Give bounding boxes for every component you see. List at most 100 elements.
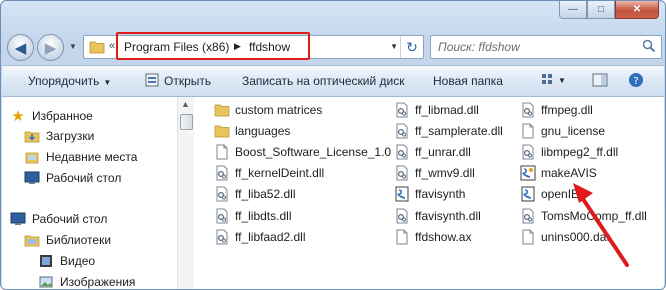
file-item-ff-samplerate-dll[interactable]: ff_samplerate.dll [394, 120, 503, 141]
back-button[interactable]: ◀ [7, 34, 34, 61]
nav-favorites[interactable]: ★ Избранное [10, 107, 93, 125]
file-column-1: custom matrices languages Boost_Software_L… [214, 99, 391, 247]
organize-dropdown-icon: ▼ [103, 78, 112, 87]
scroll-up-icon[interactable]: ▲ [181, 99, 190, 109]
address-bar[interactable]: « Program Files (x86) ▶ ffdshow ▼ ↻ [83, 32, 424, 60]
images-library-icon [38, 274, 54, 289]
burn-button[interactable]: Записать на оптический диск [242, 74, 405, 88]
navigation-pane: ★ Избранное Загрузки Недавние места Рабо… [2, 97, 178, 289]
refresh-button[interactable]: ↻ [400, 36, 423, 58]
close-button[interactable]: ✕ [615, 1, 659, 19]
file-name: ff_libdts.dll [235, 208, 292, 223]
libraries-icon [24, 232, 40, 248]
help-icon[interactable]: ? [628, 72, 644, 91]
dll-file-icon [214, 186, 230, 202]
recent-places-icon [24, 149, 40, 165]
history-dropdown-icon[interactable]: ▼ [69, 42, 77, 51]
scrollbar-thumb[interactable] [180, 114, 193, 130]
file-item-ff-unrar-dll[interactable]: ff_unrar.dll [394, 141, 503, 162]
explorer-window: — □ ✕ ◀ ▶ ▼ « Program Files (x86) ▶ ffds… [0, 0, 666, 290]
file-name: gnu_license [541, 123, 606, 138]
search-box[interactable]: Поиск: ffdshow [430, 35, 662, 59]
dll-file-icon [394, 144, 410, 160]
nav-desktop[interactable]: Рабочий стол [10, 210, 107, 228]
forward-arrow-icon: ▶ [44, 39, 57, 57]
folder-file-icon [214, 123, 230, 139]
dll-file-icon [394, 102, 410, 118]
file-name: custom matrices [235, 102, 323, 117]
file-item-ff-libmad-dll[interactable]: ff_libmad.dll [394, 99, 503, 120]
file-item-ffavisynth-dll[interactable]: ffavisynth.dll [394, 205, 503, 226]
dll-file-icon [214, 229, 230, 245]
address-dropdown-icon[interactable]: ▼ [390, 42, 398, 51]
organize-menu[interactable]: Упорядочить ▼ [28, 74, 111, 88]
file-item-custom-matrices[interactable]: custom matrices [214, 99, 391, 120]
file-name: ff_wmv9.dll [415, 166, 475, 181]
minimize-button[interactable]: — [559, 1, 587, 19]
file-item-libmpeg2-ff-dll[interactable]: libmpeg2_ff.dll [520, 141, 647, 162]
file-item-languages[interactable]: languages [214, 120, 391, 141]
address-highlight-box [116, 32, 310, 60]
file-item-ff-libdts-dll[interactable]: ff_libdts.dll [214, 205, 391, 226]
organize-label: Упорядочить [28, 74, 100, 88]
file-name: libmpeg2_ff.dll [541, 144, 619, 159]
file-item-ff-libfaad2-dll[interactable]: ff_libfaad2.dll [214, 226, 391, 247]
refresh-icon: ↻ [406, 38, 418, 55]
nav-pane-scrollbar[interactable]: ▲ [177, 97, 195, 289]
file-item-ffavisynth[interactable]: ffavisynth [394, 184, 503, 205]
file-name: ffavisynth [415, 187, 466, 202]
file-name: languages [235, 123, 291, 138]
command-bar: Упорядочить ▼ Открыть Записать на оптичес… [2, 65, 664, 97]
forward-button[interactable]: ▶ [37, 34, 64, 61]
file-item-boost-software-license-1-0[interactable]: Boost_Software_License_1.0 [214, 141, 391, 162]
view-dropdown-icon[interactable]: ▼ [558, 76, 566, 85]
red-arrow-annotation [573, 183, 629, 267]
file-item-ff-kerneldeint-dll[interactable]: ff_kernelDeint.dll [214, 163, 391, 184]
doc-file-icon [520, 229, 536, 245]
dll-file-icon [214, 208, 230, 224]
nav-recent-places[interactable]: Недавние места [24, 148, 137, 166]
doc-file-icon [394, 229, 410, 245]
dll-file-icon [394, 208, 410, 224]
nav-video[interactable]: Видео [38, 252, 95, 270]
script-file-icon [520, 186, 536, 202]
nav-libraries[interactable]: Библиотеки [24, 231, 111, 249]
nav-desktop-favorite[interactable]: Рабочий стол [24, 169, 121, 187]
nav-downloads[interactable]: Загрузки [24, 127, 94, 145]
view-options-icon[interactable] [540, 72, 556, 91]
maximize-button[interactable]: □ [587, 1, 615, 19]
file-item-gnu-license[interactable]: gnu_license [520, 120, 647, 141]
dll-file-icon [394, 165, 410, 181]
file-name: Boost_Software_License_1.0 [235, 144, 392, 159]
open-button[interactable]: Открыть [164, 74, 211, 88]
desktop-root-icon [10, 211, 26, 227]
video-library-icon [38, 253, 54, 269]
search-icon[interactable] [641, 38, 657, 57]
dll-file-icon [520, 102, 536, 118]
navigation-bar: ◀ ▶ ▼ « Program Files (x86) ▶ ffdshow ▼ … [7, 31, 662, 65]
nav-images[interactable]: Изображения [38, 273, 135, 289]
doc-file-icon [520, 123, 536, 139]
search-placeholder: Поиск: ffdshow [438, 40, 520, 54]
star-icon: ★ [11, 108, 25, 125]
desktop-icon [24, 170, 40, 186]
file-name: ff_kernelDeint.dll [235, 166, 325, 181]
folder-icon [89, 40, 105, 57]
file-name: ffavisynth.dll [415, 208, 481, 223]
address-overflow-chevron[interactable]: « [109, 40, 115, 52]
preview-pane-icon[interactable] [592, 72, 608, 91]
file-name: ffmpeg.dll [541, 102, 593, 117]
file-name: ffdshow.ax [415, 229, 472, 244]
svg-text:?: ? [633, 76, 638, 87]
file-item-ffdshow-ax[interactable]: ffdshow.ax [394, 226, 503, 247]
back-arrow-icon: ◀ [14, 39, 27, 57]
dll-file-icon [520, 144, 536, 160]
new-folder-button[interactable]: Новая папка [433, 74, 503, 88]
file-item-ff-wmv9-dll[interactable]: ff_wmv9.dll [394, 163, 503, 184]
exe-file-icon [520, 165, 536, 181]
caption-buttons: — □ ✕ [559, 1, 659, 19]
file-item-ffmpeg-dll[interactable]: ffmpeg.dll [520, 99, 647, 120]
file-name: ff_liba52.dll [235, 187, 296, 202]
downloads-folder-icon [24, 128, 40, 144]
file-item-ff-liba52-dll[interactable]: ff_liba52.dll [214, 184, 391, 205]
